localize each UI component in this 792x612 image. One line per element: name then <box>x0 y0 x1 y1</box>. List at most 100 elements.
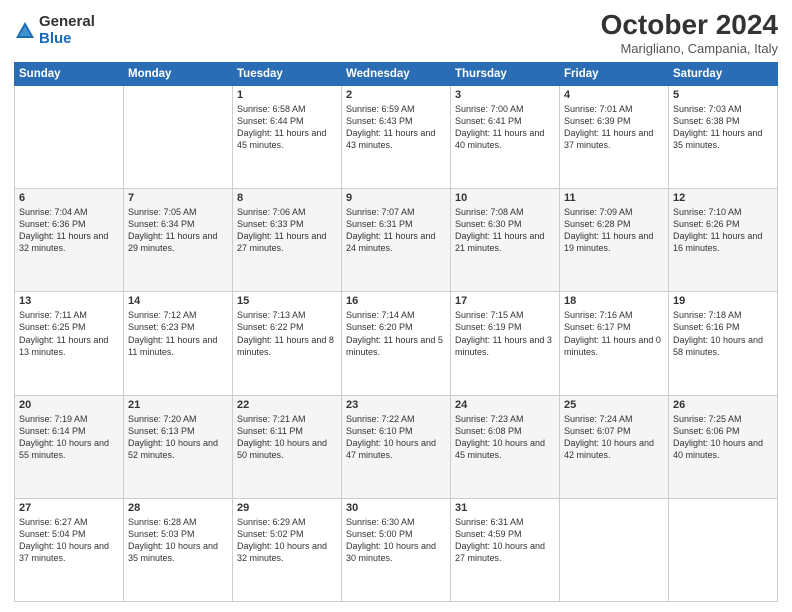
cell-content: Sunrise: 7:18 AM Sunset: 6:16 PM Dayligh… <box>673 309 773 358</box>
day-number: 19 <box>673 295 773 307</box>
calendar-week-4: 20 Sunrise: 7:19 AM Sunset: 6:14 PM Dayli… <box>15 395 778 498</box>
calendar-week-5: 27 Sunrise: 6:27 AM Sunset: 5:04 PM Dayli… <box>15 498 778 601</box>
calendar-cell: 10 Sunrise: 7:08 AM Sunset: 6:30 PM Dayli… <box>451 189 560 292</box>
day-number: 13 <box>19 295 119 307</box>
calendar-cell: 23 Sunrise: 7:22 AM Sunset: 6:10 PM Dayli… <box>342 395 451 498</box>
calendar-cell: 8 Sunrise: 7:06 AM Sunset: 6:33 PM Daylig… <box>233 189 342 292</box>
cell-content: Sunrise: 6:30 AM Sunset: 5:00 PM Dayligh… <box>346 516 446 565</box>
month-title: October 2024 <box>601 10 778 41</box>
day-number: 20 <box>19 399 119 411</box>
day-number: 21 <box>128 399 228 411</box>
cell-content: Sunrise: 7:22 AM Sunset: 6:10 PM Dayligh… <box>346 413 446 462</box>
day-number: 6 <box>19 192 119 204</box>
cell-content: Sunrise: 7:23 AM Sunset: 6:08 PM Dayligh… <box>455 413 555 462</box>
day-number: 31 <box>455 502 555 514</box>
calendar-cell <box>15 85 124 188</box>
cell-content: Sunrise: 7:25 AM Sunset: 6:06 PM Dayligh… <box>673 413 773 462</box>
cell-content: Sunrise: 7:06 AM Sunset: 6:33 PM Dayligh… <box>237 206 337 255</box>
day-number: 9 <box>346 192 446 204</box>
calendar-header-monday: Monday <box>124 62 233 85</box>
calendar-cell: 5Sunrise: 7:03 AM Sunset: 6:38 PM Daylig… <box>669 85 778 188</box>
cell-content: Sunrise: 7:04 AM Sunset: 6:36 PM Dayligh… <box>19 206 119 255</box>
calendar-cell: 22Sunrise: 7:21 AM Sunset: 6:11 PM Dayli… <box>233 395 342 498</box>
calendar-cell: 13 Sunrise: 7:11 AM Sunset: 6:25 PM Dayli… <box>15 292 124 395</box>
calendar-cell: 12Sunrise: 7:10 AM Sunset: 6:26 PM Dayli… <box>669 189 778 292</box>
day-number: 30 <box>346 502 446 514</box>
day-number: 10 <box>455 192 555 204</box>
day-number: 24 <box>455 399 555 411</box>
cell-content: Sunrise: 7:19 AM Sunset: 6:14 PM Dayligh… <box>19 413 119 462</box>
calendar-week-2: 6 Sunrise: 7:04 AM Sunset: 6:36 PM Daylig… <box>15 189 778 292</box>
cell-content: Sunrise: 6:31 AM Sunset: 4:59 PM Dayligh… <box>455 516 555 565</box>
cell-content: Sunrise: 6:58 AM Sunset: 6:44 PM Dayligh… <box>237 103 337 152</box>
cell-content: Sunrise: 6:28 AM Sunset: 5:03 PM Dayligh… <box>128 516 228 565</box>
calendar-cell: 21 Sunrise: 7:20 AM Sunset: 6:13 PM Dayli… <box>124 395 233 498</box>
calendar-header-friday: Friday <box>560 62 669 85</box>
day-number: 26 <box>673 399 773 411</box>
calendar-cell: 27 Sunrise: 6:27 AM Sunset: 5:04 PM Dayli… <box>15 498 124 601</box>
calendar-cell: 24 Sunrise: 7:23 AM Sunset: 6:08 PM Dayli… <box>451 395 560 498</box>
calendar-header-tuesday: Tuesday <box>233 62 342 85</box>
day-number: 8 <box>237 192 337 204</box>
calendar-cell <box>669 498 778 601</box>
day-number: 4 <box>564 89 664 101</box>
title-block: October 2024 Marigliano, Campania, Italy <box>601 10 778 56</box>
cell-content: Sunrise: 7:15 AM Sunset: 6:19 PM Dayligh… <box>455 309 555 358</box>
cell-content: Sunrise: 7:08 AM Sunset: 6:30 PM Dayligh… <box>455 206 555 255</box>
cell-content: Sunrise: 7:14 AM Sunset: 6:20 PM Dayligh… <box>346 309 446 358</box>
day-number: 16 <box>346 295 446 307</box>
calendar-cell: 16 Sunrise: 7:14 AM Sunset: 6:20 PM Dayli… <box>342 292 451 395</box>
calendar-cell: 18Sunrise: 7:16 AM Sunset: 6:17 PM Dayli… <box>560 292 669 395</box>
day-number: 28 <box>128 502 228 514</box>
calendar-cell: 9 Sunrise: 7:07 AM Sunset: 6:31 PM Daylig… <box>342 189 451 292</box>
calendar-cell: 14 Sunrise: 7:12 AM Sunset: 6:23 PM Dayli… <box>124 292 233 395</box>
calendar-cell: 2 Sunrise: 6:59 AM Sunset: 6:43 PM Daylig… <box>342 85 451 188</box>
cell-content: Sunrise: 6:27 AM Sunset: 5:04 PM Dayligh… <box>19 516 119 565</box>
calendar-cell: 3 Sunrise: 7:00 AM Sunset: 6:41 PM Daylig… <box>451 85 560 188</box>
cell-content: Sunrise: 7:05 AM Sunset: 6:34 PM Dayligh… <box>128 206 228 255</box>
calendar-cell <box>560 498 669 601</box>
cell-content: Sunrise: 7:24 AM Sunset: 6:07 PM Dayligh… <box>564 413 664 462</box>
calendar-table: SundayMondayTuesdayWednesdayThursdayFrid… <box>14 62 778 602</box>
cell-content: Sunrise: 6:29 AM Sunset: 5:02 PM Dayligh… <box>237 516 337 565</box>
day-number: 25 <box>564 399 664 411</box>
calendar-cell: 26 Sunrise: 7:25 AM Sunset: 6:06 PM Dayli… <box>669 395 778 498</box>
logo-blue-text: Blue <box>39 31 95 48</box>
cell-content: Sunrise: 7:07 AM Sunset: 6:31 PM Dayligh… <box>346 206 446 255</box>
day-number: 7 <box>128 192 228 204</box>
day-number: 2 <box>346 89 446 101</box>
cell-content: Sunrise: 7:16 AM Sunset: 6:17 PM Dayligh… <box>564 309 664 358</box>
calendar-cell: 30 Sunrise: 6:30 AM Sunset: 5:00 PM Dayli… <box>342 498 451 601</box>
cell-content: Sunrise: 7:20 AM Sunset: 6:13 PM Dayligh… <box>128 413 228 462</box>
cell-content: Sunrise: 7:11 AM Sunset: 6:25 PM Dayligh… <box>19 309 119 358</box>
day-number: 27 <box>19 502 119 514</box>
calendar-header-row: SundayMondayTuesdayWednesdayThursdayFrid… <box>15 62 778 85</box>
day-number: 3 <box>455 89 555 101</box>
page: General Blue October 2024 Marigliano, Ca… <box>0 0 792 612</box>
calendar-week-1: 1 Sunrise: 6:58 AM Sunset: 6:44 PM Daylig… <box>15 85 778 188</box>
day-number: 29 <box>237 502 337 514</box>
day-number: 14 <box>128 295 228 307</box>
cell-content: Sunrise: 6:59 AM Sunset: 6:43 PM Dayligh… <box>346 103 446 152</box>
day-number: 5 <box>673 89 773 101</box>
calendar-cell: 25 Sunrise: 7:24 AM Sunset: 6:07 PM Dayli… <box>560 395 669 498</box>
calendar-header-saturday: Saturday <box>669 62 778 85</box>
cell-content: Sunrise: 7:12 AM Sunset: 6:23 PM Dayligh… <box>128 309 228 358</box>
day-number: 23 <box>346 399 446 411</box>
logo-general-text: General <box>39 14 95 31</box>
calendar-cell: 17 Sunrise: 7:15 AM Sunset: 6:19 PM Dayli… <box>451 292 560 395</box>
day-number: 1 <box>237 89 337 101</box>
calendar-cell: 31 Sunrise: 6:31 AM Sunset: 4:59 PM Dayli… <box>451 498 560 601</box>
calendar-cell: 19 Sunrise: 7:18 AM Sunset: 6:16 PM Dayli… <box>669 292 778 395</box>
calendar-cell: 11Sunrise: 7:09 AM Sunset: 6:28 PM Dayli… <box>560 189 669 292</box>
day-number: 22 <box>237 399 337 411</box>
calendar-header-thursday: Thursday <box>451 62 560 85</box>
calendar-cell: 6 Sunrise: 7:04 AM Sunset: 6:36 PM Daylig… <box>15 189 124 292</box>
calendar-cell: 28 Sunrise: 6:28 AM Sunset: 5:03 PM Dayli… <box>124 498 233 601</box>
calendar-week-3: 13 Sunrise: 7:11 AM Sunset: 6:25 PM Dayli… <box>15 292 778 395</box>
day-number: 11 <box>564 192 664 204</box>
day-number: 17 <box>455 295 555 307</box>
cell-content: Sunrise: 7:00 AM Sunset: 6:41 PM Dayligh… <box>455 103 555 152</box>
logo-icon <box>14 20 36 42</box>
logo-text: General Blue <box>39 14 95 47</box>
